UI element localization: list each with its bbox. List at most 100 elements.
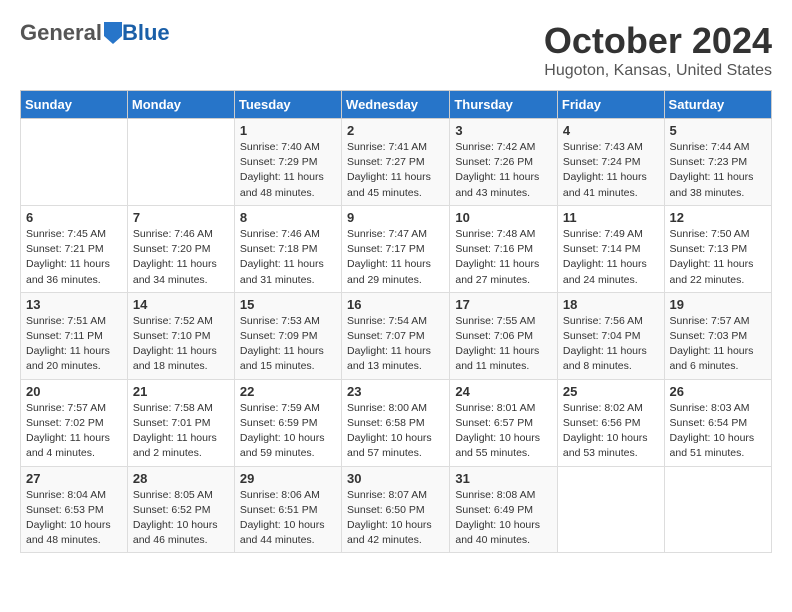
calendar-cell: 22 Sunrise: 7:59 AMSunset: 6:59 PMDayligh… — [234, 379, 341, 466]
calendar-cell: 27Sunrise: 8:04 AMSunset: 6:53 PMDayligh… — [21, 466, 128, 553]
day-number: 6 — [26, 210, 122, 225]
header-wednesday: Wednesday — [342, 91, 450, 119]
day-number: 11 — [563, 210, 659, 225]
calendar-cell: 3 Sunrise: 7:42 AMSunset: 7:26 PMDaylight… — [450, 119, 558, 206]
day-info: Sunrise: 7:41 AMSunset: 7:27 PMDaylight:… — [347, 140, 444, 201]
day-info: Sunrise: 8:08 AMSunset: 6:49 PMDaylight:… — [455, 488, 552, 549]
calendar-cell: 26Sunrise: 8:03 AMSunset: 6:54 PMDayligh… — [664, 379, 771, 466]
day-number: 1 — [240, 123, 336, 138]
calendar-cell: 23 Sunrise: 8:00 AMSunset: 6:58 PMDayligh… — [342, 379, 450, 466]
calendar-cell — [664, 466, 771, 553]
day-info: Sunrise: 7:46 AMSunset: 7:20 PMDaylight:… — [133, 227, 229, 288]
day-info: Sunrise: 8:00 AMSunset: 6:58 PMDaylight:… — [347, 401, 444, 462]
calendar-cell: 21 Sunrise: 7:58 AMSunset: 7:01 PMDayligh… — [127, 379, 234, 466]
calendar-cell: 14 Sunrise: 7:52 AMSunset: 7:10 PMDayligh… — [127, 292, 234, 379]
day-number: 30 — [347, 471, 444, 486]
calendar-cell: 24 Sunrise: 8:01 AMSunset: 6:57 PMDayligh… — [450, 379, 558, 466]
day-info: Sunrise: 7:40 AMSunset: 7:29 PMDaylight:… — [240, 140, 336, 201]
calendar-week-row: 13 Sunrise: 7:51 AMSunset: 7:11 PMDayligh… — [21, 292, 772, 379]
day-info: Sunrise: 7:55 AMSunset: 7:06 PMDaylight:… — [455, 314, 552, 375]
calendar-cell: 30 Sunrise: 8:07 AMSunset: 6:50 PMDayligh… — [342, 466, 450, 553]
day-number: 9 — [347, 210, 444, 225]
title-block: October 2024 Hugoton, Kansas, United Sta… — [544, 20, 772, 80]
day-info: Sunrise: 7:48 AMSunset: 7:16 PMDaylight:… — [455, 227, 552, 288]
day-number: 8 — [240, 210, 336, 225]
day-info: Sunrise: 7:43 AMSunset: 7:24 PMDaylight:… — [563, 140, 659, 201]
day-info: Sunrise: 7:49 AMSunset: 7:14 PMDaylight:… — [563, 227, 659, 288]
day-number: 3 — [455, 123, 552, 138]
header-friday: Friday — [557, 91, 664, 119]
day-info: Sunrise: 7:57 AMSunset: 7:02 PMDaylight:… — [26, 401, 122, 462]
day-info: Sunrise: 8:07 AMSunset: 6:50 PMDaylight:… — [347, 488, 444, 549]
day-info: Sunrise: 7:57 AMSunset: 7:03 PMDaylight:… — [670, 314, 766, 375]
day-number: 15 — [240, 297, 336, 312]
calendar-cell — [21, 119, 128, 206]
day-number: 24 — [455, 384, 552, 399]
calendar-cell — [557, 466, 664, 553]
day-number: 29 — [240, 471, 336, 486]
calendar-cell: 18 Sunrise: 7:56 AMSunset: 7:04 PMDayligh… — [557, 292, 664, 379]
day-info: Sunrise: 8:05 AMSunset: 6:52 PMDaylight:… — [133, 488, 229, 549]
calendar-cell: 19 Sunrise: 7:57 AMSunset: 7:03 PMDayligh… — [664, 292, 771, 379]
calendar-cell: 25Sunrise: 8:02 AMSunset: 6:56 PMDayligh… — [557, 379, 664, 466]
calendar-week-row: 6 Sunrise: 7:45 AMSunset: 7:21 PMDaylight… — [21, 205, 772, 292]
day-info: Sunrise: 8:04 AMSunset: 6:53 PMDaylight:… — [26, 488, 122, 549]
calendar-cell: 15Sunrise: 7:53 AMSunset: 7:09 PMDayligh… — [234, 292, 341, 379]
header-thursday: Thursday — [450, 91, 558, 119]
day-number: 14 — [133, 297, 229, 312]
header-saturday: Saturday — [664, 91, 771, 119]
calendar-cell — [127, 119, 234, 206]
calendar-cell: 17Sunrise: 7:55 AMSunset: 7:06 PMDayligh… — [450, 292, 558, 379]
day-number: 26 — [670, 384, 766, 399]
day-info: Sunrise: 7:42 AMSunset: 7:26 PMDaylight:… — [455, 140, 552, 201]
calendar-cell: 6 Sunrise: 7:45 AMSunset: 7:21 PMDaylight… — [21, 205, 128, 292]
day-info: Sunrise: 7:46 AMSunset: 7:18 PMDaylight:… — [240, 227, 336, 288]
day-number: 22 — [240, 384, 336, 399]
calendar-week-row: 27Sunrise: 8:04 AMSunset: 6:53 PMDayligh… — [21, 466, 772, 553]
header-tuesday: Tuesday — [234, 91, 341, 119]
calendar-cell: 29 Sunrise: 8:06 AMSunset: 6:51 PMDayligh… — [234, 466, 341, 553]
day-number: 18 — [563, 297, 659, 312]
calendar-cell: 10Sunrise: 7:48 AMSunset: 7:16 PMDayligh… — [450, 205, 558, 292]
day-number: 13 — [26, 297, 122, 312]
day-number: 12 — [670, 210, 766, 225]
day-number: 4 — [563, 123, 659, 138]
day-number: 16 — [347, 297, 444, 312]
day-info: Sunrise: 7:51 AMSunset: 7:11 PMDaylight:… — [26, 314, 122, 375]
day-info: Sunrise: 7:44 AMSunset: 7:23 PMDaylight:… — [670, 140, 766, 201]
day-number: 7 — [133, 210, 229, 225]
day-info: Sunrise: 7:59 AMSunset: 6:59 PMDaylight:… — [240, 401, 336, 462]
header-sunday: Sunday — [21, 91, 128, 119]
calendar-cell: 9 Sunrise: 7:47 AMSunset: 7:17 PMDaylight… — [342, 205, 450, 292]
calendar-cell: 1 Sunrise: 7:40 AMSunset: 7:29 PMDaylight… — [234, 119, 341, 206]
calendar-cell: 7 Sunrise: 7:46 AMSunset: 7:20 PMDaylight… — [127, 205, 234, 292]
day-info: Sunrise: 7:54 AMSunset: 7:07 PMDaylight:… — [347, 314, 444, 375]
day-number: 19 — [670, 297, 766, 312]
day-info: Sunrise: 7:56 AMSunset: 7:04 PMDaylight:… — [563, 314, 659, 375]
logo-general-text: General — [20, 20, 102, 46]
calendar-week-row: 1 Sunrise: 7:40 AMSunset: 7:29 PMDaylight… — [21, 119, 772, 206]
calendar-cell: 16 Sunrise: 7:54 AMSunset: 7:07 PMDayligh… — [342, 292, 450, 379]
header-monday: Monday — [127, 91, 234, 119]
day-number: 31 — [455, 471, 552, 486]
calendar-cell: 13 Sunrise: 7:51 AMSunset: 7:11 PMDayligh… — [21, 292, 128, 379]
calendar-cell: 5Sunrise: 7:44 AMSunset: 7:23 PMDaylight… — [664, 119, 771, 206]
logo-blue-text: Blue — [122, 20, 170, 46]
day-info: Sunrise: 8:01 AMSunset: 6:57 PMDaylight:… — [455, 401, 552, 462]
month-title: October 2024 — [544, 20, 772, 62]
day-number: 23 — [347, 384, 444, 399]
logo: General Blue — [20, 20, 170, 46]
calendar-cell: 11 Sunrise: 7:49 AMSunset: 7:14 PMDayligh… — [557, 205, 664, 292]
day-info: Sunrise: 8:06 AMSunset: 6:51 PMDaylight:… — [240, 488, 336, 549]
day-info: Sunrise: 8:02 AMSunset: 6:56 PMDaylight:… — [563, 401, 659, 462]
day-number: 21 — [133, 384, 229, 399]
day-info: Sunrise: 7:47 AMSunset: 7:17 PMDaylight:… — [347, 227, 444, 288]
calendar-cell: 20 Sunrise: 7:57 AMSunset: 7:02 PMDayligh… — [21, 379, 128, 466]
page-header: General Blue October 2024 Hugoton, Kansa… — [20, 20, 772, 80]
logo-icon — [104, 22, 122, 44]
day-number: 20 — [26, 384, 122, 399]
day-info: Sunrise: 7:52 AMSunset: 7:10 PMDaylight:… — [133, 314, 229, 375]
day-info: Sunrise: 7:45 AMSunset: 7:21 PMDaylight:… — [26, 227, 122, 288]
calendar-table: SundayMondayTuesdayWednesdayThursdayFrid… — [20, 90, 772, 553]
day-info: Sunrise: 7:58 AMSunset: 7:01 PMDaylight:… — [133, 401, 229, 462]
